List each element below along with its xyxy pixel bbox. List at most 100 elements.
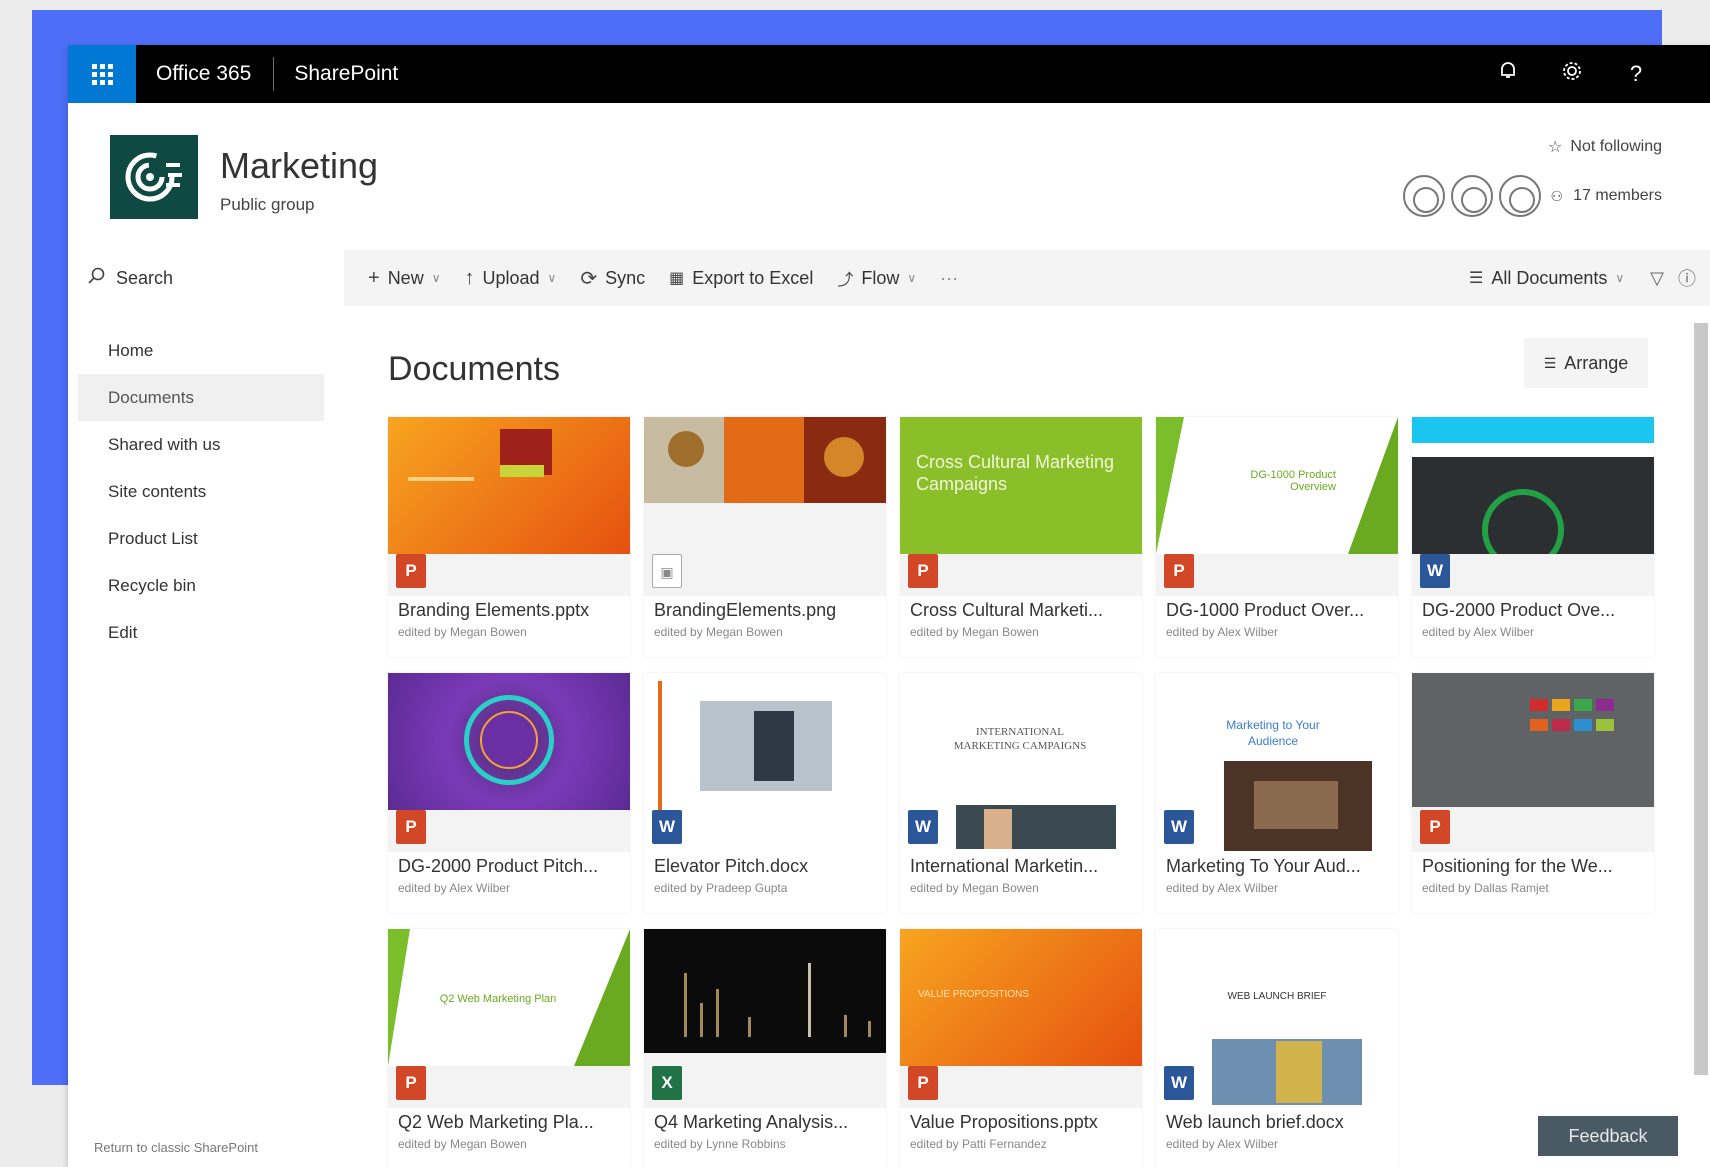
excel-file-icon: X — [652, 1066, 682, 1100]
nav-item-home[interactable]: Home — [78, 327, 324, 374]
document-tile[interactable]: W Elevator Pitch.docx edited by Pradeep … — [644, 673, 886, 913]
site-logo[interactable] — [110, 135, 198, 219]
file-name[interactable]: DG-2000 Product Ove... — [1422, 600, 1646, 621]
new-button[interactable]: + New ∨ — [344, 250, 453, 306]
upload-button[interactable]: ↑ Upload ∨ — [453, 250, 569, 306]
export-label: Export to Excel — [692, 267, 814, 288]
document-tile[interactable]: VALUE PROPOSITIONS P Value Propositions.… — [900, 929, 1142, 1167]
suite-bar: Office 365 SharePoint ? — [68, 45, 1710, 103]
bell-icon[interactable] — [1496, 60, 1520, 88]
powerpoint-icon: P — [396, 554, 426, 588]
office365-link[interactable]: Office 365 — [136, 57, 275, 91]
file-name[interactable]: DG-1000 Product Over... — [1166, 600, 1390, 621]
document-tile[interactable]: W DG-2000 Product Ove... edited by Alex … — [1412, 417, 1654, 657]
powerpoint-icon: P — [396, 1066, 426, 1100]
command-bar: + New ∨ ↑ Upload ∨ ⟳ Sync ▦ Export to Ex… — [344, 250, 1710, 306]
file-name[interactable]: Positioning for the We... — [1422, 856, 1646, 877]
file-name[interactable]: Q2 Web Marketing Pla... — [398, 1112, 622, 1133]
thumb-text: WEB LAUNCH BRIEF — [1227, 991, 1327, 1002]
vertical-scrollbar[interactable] — [1694, 323, 1708, 1075]
document-tiles: P Branding Elements.pptx edited by Megan… — [388, 417, 1654, 1167]
document-tile[interactable]: Marketing to Your Audience W Marketing T… — [1156, 673, 1398, 913]
members-button[interactable]: ⚇ 17 members — [1402, 175, 1662, 217]
tile-thumbnail — [388, 417, 630, 554]
document-tile[interactable]: WEB LAUNCH BRIEF W Web launch brief.docx… — [1156, 929, 1398, 1167]
file-name[interactable]: Cross Cultural Marketi... — [910, 600, 1134, 621]
upload-label: Upload — [482, 267, 540, 288]
site-subtitle: Public group — [220, 195, 315, 214]
nav-item-documents[interactable]: Documents — [78, 374, 324, 421]
sync-icon: ⟳ — [580, 267, 598, 290]
arrange-button[interactable]: ☰ Arrange — [1524, 338, 1648, 388]
info-icon[interactable]: ⓘ — [1678, 265, 1696, 291]
file-name[interactable]: Elevator Pitch.docx — [654, 856, 878, 877]
file-name[interactable]: Web launch brief.docx — [1166, 1112, 1390, 1133]
document-tile[interactable]: P Branding Elements.pptx edited by Megan… — [388, 417, 630, 657]
return-to-classic-link[interactable]: Return to classic SharePoint — [94, 1140, 258, 1155]
file-meta: edited by Megan Bowen — [910, 881, 1039, 895]
feedback-button[interactable]: Feedback — [1538, 1116, 1678, 1156]
site-title[interactable]: Marketing — [220, 145, 378, 187]
word-icon: W — [1164, 1066, 1194, 1100]
list-view-icon: ☰ — [1468, 270, 1484, 287]
file-name[interactable]: Marketing To Your Aud... — [1166, 856, 1390, 877]
avatar — [1402, 175, 1445, 217]
document-tile[interactable]: P DG-2000 Product Pitch... edited by Ale… — [388, 673, 630, 913]
filter-icon[interactable]: ▽ — [1650, 268, 1664, 289]
thumb-text: Cross Cultural Marketing Campaigns — [916, 452, 1115, 494]
word-icon: W — [1164, 810, 1194, 844]
search-label: Search — [116, 268, 174, 288]
powerpoint-icon: P — [1164, 554, 1194, 588]
document-tile[interactable]: Q2 Web Marketing Plan P Q2 Web Marketing… — [388, 929, 630, 1167]
more-button[interactable]: ··· — [928, 250, 970, 306]
document-tile[interactable]: DG-1000 Product Overview P DG-1000 Produ… — [1156, 417, 1398, 657]
thumb-text: VALUE PROPOSITIONS — [918, 989, 1029, 1000]
tile-thumbnail — [1412, 673, 1654, 807]
document-tile[interactable]: X Q4 Marketing Analysis... edited by Lyn… — [644, 929, 886, 1167]
sharepoint-window: Office 365 SharePoint ? Marketing Public… — [68, 45, 1710, 1167]
file-name[interactable]: BrandingElements.png — [654, 600, 878, 621]
tile-thumbnail — [388, 673, 630, 810]
gear-icon[interactable] — [1560, 60, 1584, 88]
file-name[interactable]: Q4 Marketing Analysis... — [654, 1112, 878, 1133]
export-to-excel-button[interactable]: ▦ Export to Excel — [657, 250, 825, 306]
document-tile[interactable]: INTERNATIONAL MARKETING CAMPAIGNS W Inte… — [900, 673, 1142, 913]
file-name[interactable]: Value Propositions.pptx — [910, 1112, 1134, 1133]
sharepoint-link[interactable]: SharePoint — [274, 62, 398, 86]
thumb-text: Q2 Web Marketing Plan — [439, 993, 557, 1005]
tile-thumbnail: DG-1000 Product Overview — [1156, 417, 1398, 554]
upload-icon: ↑ — [464, 266, 475, 289]
nav-item-shared-with-us[interactable]: Shared with us — [78, 421, 324, 468]
document-tile[interactable]: P Positioning for the We... edited by Da… — [1412, 673, 1654, 913]
file-name[interactable]: DG-2000 Product Pitch... — [398, 856, 622, 877]
file-name[interactable]: Branding Elements.pptx — [398, 600, 622, 621]
sync-button[interactable]: ⟳ Sync — [568, 250, 657, 306]
nav-item-edit[interactable]: Edit — [78, 609, 324, 656]
nav-item-product-list[interactable]: Product List — [78, 515, 324, 562]
view-switcher[interactable]: ☰ All Documents ∨ — [1457, 250, 1636, 306]
document-tile[interactable]: ▣ BrandingElements.png edited by Megan B… — [644, 417, 886, 657]
nav-item-site-contents[interactable]: Site contents — [78, 468, 324, 515]
flow-button[interactable]: ⤴ Flow ∨ — [825, 250, 928, 306]
search-icon — [88, 267, 106, 290]
file-name[interactable]: International Marketin... — [910, 856, 1134, 877]
thumb-text: Marketing to Your Audience — [1226, 718, 1320, 748]
powerpoint-icon: P — [396, 810, 426, 844]
avatar — [1498, 175, 1541, 217]
app-launcher-button[interactable] — [68, 45, 136, 103]
file-meta: edited by Megan Bowen — [654, 625, 783, 639]
powerpoint-icon: P — [1420, 810, 1450, 844]
word-icon: W — [652, 810, 682, 844]
nav-item-recycle-bin[interactable]: Recycle bin — [78, 562, 324, 609]
search-box[interactable]: Search — [88, 267, 173, 290]
plus-icon: + — [368, 266, 380, 289]
powerpoint-icon: P — [908, 1066, 938, 1100]
sync-label: Sync — [605, 267, 646, 288]
follow-button[interactable]: ☆ Not following — [1548, 137, 1662, 157]
help-icon[interactable]: ? — [1624, 61, 1648, 87]
file-meta: edited by Pradeep Gupta — [654, 881, 788, 895]
tile-thumbnail: Cross Cultural Marketing Campaigns — [900, 417, 1142, 554]
file-meta: edited by Alex Wilber — [1166, 625, 1279, 639]
document-tile[interactable]: Cross Cultural Marketing Campaigns P Cro… — [900, 417, 1142, 657]
tile-thumbnail: VALUE PROPOSITIONS — [900, 929, 1142, 1066]
